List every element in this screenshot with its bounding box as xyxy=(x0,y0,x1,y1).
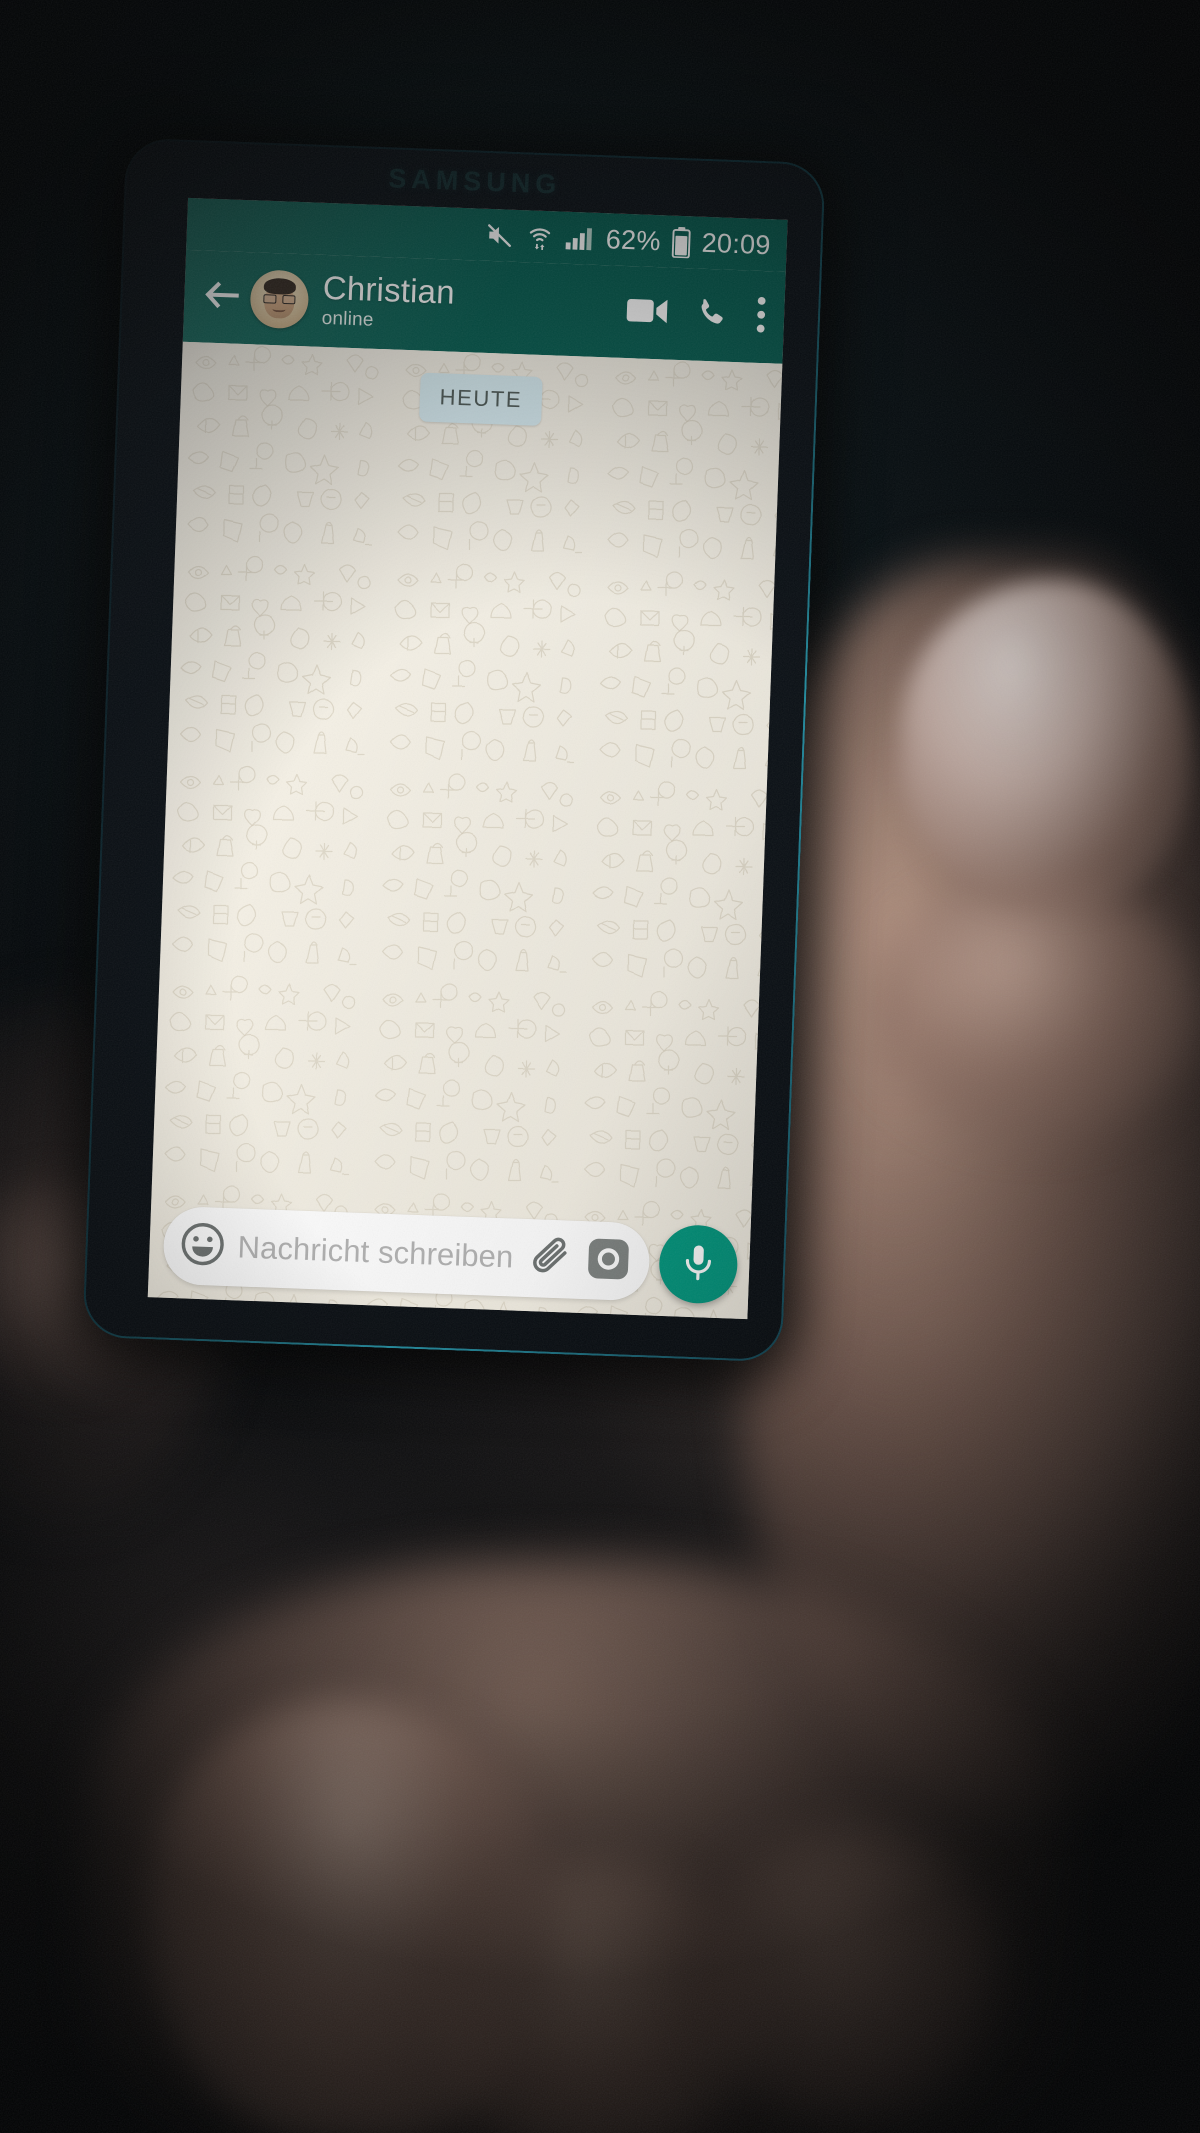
paperclip-icon xyxy=(529,1234,575,1285)
voice-record-button[interactable] xyxy=(657,1223,739,1305)
avatar-hair xyxy=(263,277,297,295)
video-call-icon xyxy=(626,295,669,332)
voice-call-button[interactable] xyxy=(693,295,728,335)
microphone-icon xyxy=(678,1241,720,1287)
photo-scene: SAMSUNG 62% 20:09 Christian online HEUTE… xyxy=(0,0,1200,2133)
avatar[interactable] xyxy=(249,269,310,330)
app-bar-actions xyxy=(617,290,768,338)
avatar-smile xyxy=(272,306,286,313)
phone-screen: 62% 20:09 Christian online HEUTE Nachric… xyxy=(147,197,788,1320)
lower-knuckle-right xyxy=(700,1830,1000,2120)
emoji-smiley-icon xyxy=(179,1220,227,1273)
camera-icon xyxy=(584,1235,632,1288)
avatar-glasses xyxy=(263,294,296,305)
camera-button[interactable] xyxy=(584,1235,632,1288)
clock-label: 20:09 xyxy=(701,227,772,260)
video-call-button[interactable] xyxy=(626,295,669,332)
back-arrow-icon xyxy=(201,277,242,317)
battery-percent-label: 62% xyxy=(605,223,662,256)
voice-call-icon xyxy=(693,295,728,335)
chat-wallpaper xyxy=(147,341,783,1320)
right-middle-finger xyxy=(870,880,1200,1140)
chat-message-list[interactable]: HEUTE xyxy=(147,341,783,1320)
overflow-menu-icon xyxy=(753,295,769,338)
message-input[interactable] xyxy=(236,1229,519,1276)
contact-header[interactable]: Christian online xyxy=(321,269,619,343)
back-button[interactable] xyxy=(196,271,248,323)
overflow-menu-button[interactable] xyxy=(753,295,769,338)
smartphone-device: SAMSUNG 62% 20:09 Christian online HEUTE… xyxy=(82,137,826,1363)
right-index-finger xyxy=(900,580,1190,910)
mute-icon xyxy=(484,220,515,251)
signal-bars-icon xyxy=(564,224,595,253)
emoji-button[interactable] xyxy=(179,1220,227,1273)
date-divider-chip: HEUTE xyxy=(418,372,544,426)
battery-icon xyxy=(671,226,691,258)
thumb xyxy=(150,1700,550,2133)
attach-button[interactable] xyxy=(529,1234,575,1285)
wifi-icon xyxy=(525,222,554,251)
